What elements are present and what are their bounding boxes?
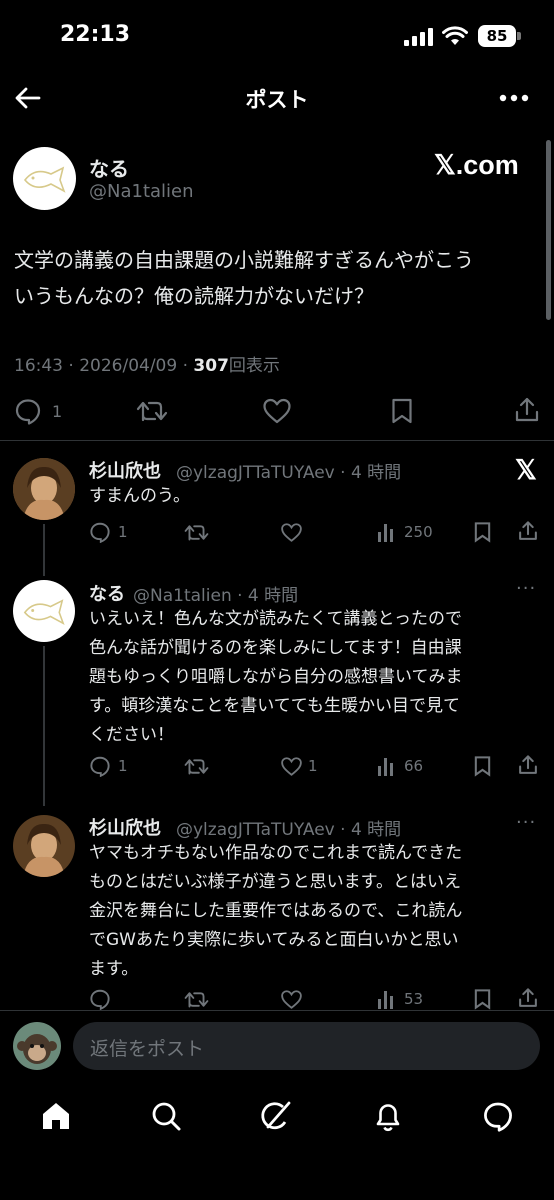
reply-count: 1 — [118, 757, 128, 775]
post-meta: 16:43 · 2026/04/09 · 307回表示 — [14, 351, 280, 376]
view-count: 250 — [404, 523, 433, 541]
repost-button[interactable] — [184, 522, 209, 543]
reply-avatar[interactable] — [13, 815, 75, 877]
status-time: 22:13 — [60, 22, 131, 47]
thread-connector — [43, 646, 45, 806]
post-display-name[interactable]: なる — [89, 153, 129, 182]
share-button[interactable] — [517, 520, 539, 542]
post-text-line: いうもんなの？俺の読解力がないだけ？ — [14, 284, 374, 308]
post-timestamp: 16:43 · 2026/04/09 · — [14, 356, 194, 376]
user-avatar[interactable] — [13, 1022, 61, 1070]
scrollbar[interactable] — [546, 140, 551, 320]
post-text-line: 文学の講義の自由課題の小説難解すぎるんやがこう — [14, 248, 474, 272]
grok-icon[interactable] — [259, 1099, 293, 1133]
view-count: 53 — [404, 990, 424, 1008]
repost-button[interactable] — [136, 398, 168, 424]
like-button[interactable] — [280, 989, 303, 1010]
reply-display-name[interactable]: なる — [89, 580, 125, 606]
reply-text-line: 金沢を舞台にした重要作ではあるので、これ読ん — [89, 901, 463, 921]
repost-button[interactable] — [184, 989, 209, 1010]
post-views: 307 — [193, 356, 229, 376]
notifications-bell-icon[interactable] — [372, 1100, 404, 1132]
reply-count: 1 — [52, 402, 63, 421]
reply-text-line: いえいえ！色んな文が読みたくて講義とったので — [89, 609, 462, 629]
reply-button[interactable] — [89, 521, 111, 543]
reply-text: ヤマもオチもない作品なのでこれまで読んできた ものとはだいぶ様子が違うと思います… — [89, 839, 529, 984]
post-views-label: 回表示 — [228, 356, 280, 376]
repost-button[interactable] — [184, 756, 209, 777]
cellular-signal-icon — [404, 28, 434, 46]
thread-connector — [43, 524, 45, 576]
more-options-icon[interactable]: ··· — [516, 812, 536, 833]
reply-text-line: ものとはだいぶ様子が違うと思います。とはいえ — [89, 872, 461, 892]
reply-handle-time[interactable]: @ylzagJTTaTUYAev · 4 時間 — [176, 815, 401, 840]
like-button[interactable] — [280, 756, 303, 777]
page-title: ポスト — [245, 88, 309, 112]
reply-text-line: 色んな話が聞けるのを楽しみにしてます！自由課 — [89, 638, 462, 658]
home-icon[interactable] — [40, 1100, 72, 1132]
battery-level: 85 — [478, 25, 516, 47]
reply-handle-time[interactable]: @ylzagJTTaTUYAev · 4 時間 — [176, 458, 401, 483]
messages-icon[interactable] — [482, 1100, 514, 1132]
reply-text-line: ください！ — [89, 725, 174, 745]
search-icon[interactable] — [150, 1100, 182, 1132]
reply-text: すまんのう。 — [89, 482, 529, 511]
divider — [0, 440, 554, 441]
reply-text-line: す。頓珍漢なことを書いてても生暖かい目で見て — [89, 696, 460, 716]
post-author-avatar[interactable] — [13, 147, 76, 210]
reply-handle-time[interactable]: @Na1talien · 4 時間 — [133, 581, 298, 606]
reply-composer-placeholder: 返信をポスト — [90, 1038, 205, 1060]
reply-display-name[interactable]: 杉山欣也 — [89, 457, 161, 483]
view-count: 66 — [404, 757, 424, 775]
reply-avatar[interactable] — [13, 580, 75, 642]
share-button[interactable] — [517, 754, 539, 776]
divider — [0, 1010, 554, 1011]
views-icon[interactable] — [377, 524, 397, 542]
wifi-icon — [442, 26, 468, 46]
reply-button[interactable] — [89, 988, 111, 1010]
like-button[interactable] — [262, 397, 292, 425]
share-button[interactable] — [517, 987, 539, 1009]
reply-count: 1 — [118, 523, 128, 541]
share-button[interactable] — [513, 396, 541, 424]
more-options-icon[interactable]: ··· — [516, 578, 536, 599]
watermark-logo: 𝕏.com — [434, 150, 519, 180]
views-icon[interactable] — [377, 991, 397, 1009]
bookmark-button[interactable] — [473, 988, 492, 1010]
reply-text-line: すまんのう。 — [89, 486, 190, 506]
reply-avatar[interactable] — [13, 458, 75, 520]
like-count: 1 — [308, 757, 318, 775]
reply-text: いえいえ！色んな文が読みたくて講義とったので 色んな話が聞けるのを楽しみにしてま… — [89, 605, 529, 750]
reply-text-line: 題もゆっくり咀嚼しながら自分の感想書いてみま — [89, 667, 463, 687]
reply-button[interactable] — [89, 755, 111, 777]
reply-text-line: ます。 — [89, 959, 139, 979]
reply-text-line: ヤマもオチもない作品なのでこれまで読んできた — [89, 843, 463, 863]
like-button[interactable] — [280, 522, 303, 543]
more-options-icon[interactable] — [499, 93, 529, 103]
reply-display-name[interactable]: 杉山欣也 — [89, 814, 161, 840]
views-icon[interactable] — [377, 758, 397, 776]
bookmark-button[interactable] — [390, 397, 414, 425]
post-handle[interactable]: @Na1talien — [89, 181, 194, 202]
bookmark-button[interactable] — [473, 755, 492, 777]
post-text: 文学の講義の自由課題の小説難解すぎるんやがこう いうもんなの？俺の読解力がないだ… — [14, 242, 534, 314]
bookmark-button[interactable] — [473, 521, 492, 543]
reply-text-line: でGWあたり実際に歩いてみると面白いかと思い — [89, 930, 459, 950]
battery-tip — [517, 32, 521, 40]
reply-button[interactable] — [14, 397, 42, 425]
